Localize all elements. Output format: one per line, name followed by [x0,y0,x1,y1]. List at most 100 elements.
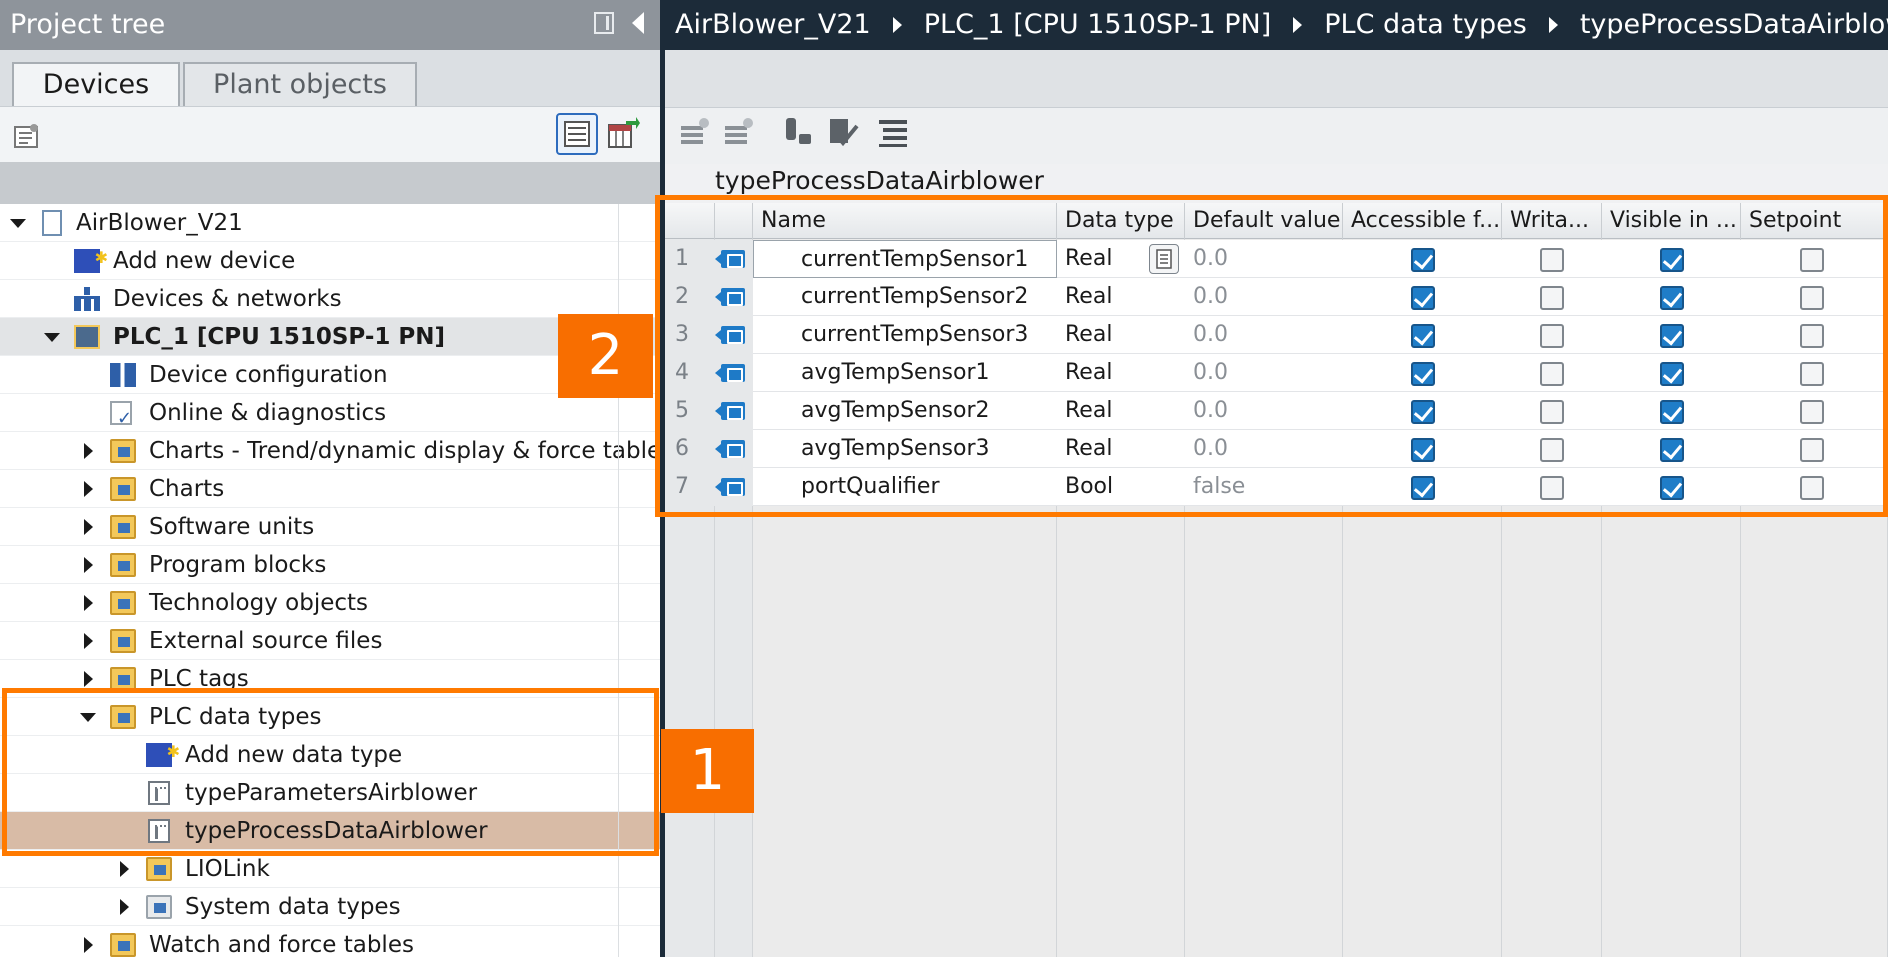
tree-item-charts[interactable]: Charts [0,470,660,508]
visible-checkbox[interactable] [1660,324,1684,348]
visible-checkbox[interactable] [1660,400,1684,424]
tree-item-liolink[interactable]: LIOLink [0,850,660,888]
expand-arrow-icon[interactable] [80,584,98,622]
visible-checkbox[interactable] [1660,438,1684,462]
default-value-cell[interactable]: 0.0 [1185,430,1343,468]
expand-arrow-icon[interactable] [80,622,98,660]
writable-checkbox[interactable] [1540,362,1564,386]
expand-arrow-icon[interactable] [116,850,134,888]
writable-checkbox[interactable] [1540,324,1564,348]
expand-arrow-icon[interactable] [10,204,28,242]
memory-icon[interactable] [783,116,815,148]
tree-options-icon[interactable] [12,121,42,151]
accessible-checkbox[interactable] [1411,362,1435,386]
writable-checkbox[interactable] [1540,248,1564,272]
default-value-cell[interactable]: 0.0 [1185,240,1343,278]
tree-item-plc-tags[interactable]: PLC tags [0,660,660,698]
name-cell[interactable]: currentTempSensor3 [753,316,1057,354]
breadcrumb-plc[interactable]: PLC_1 [CPU 1510SP-1 PN] [924,0,1272,50]
table-export-icon[interactable] [606,117,640,151]
header-default-value[interactable]: Default value [1185,203,1343,239]
visible-checkbox[interactable] [1660,286,1684,310]
default-value-cell[interactable]: 0.0 [1185,316,1343,354]
setpoint-checkbox[interactable] [1800,362,1824,386]
expand-arrow-icon[interactable] [80,508,98,546]
writable-checkbox[interactable] [1540,286,1564,310]
tree-item-charts-trend[interactable]: Charts - Trend/dynamic display & force t… [0,432,660,470]
header-setpoint[interactable]: Setpoint [1741,203,1888,239]
expand-arrow-icon[interactable] [80,660,98,698]
expand-arrow-icon[interactable] [80,926,98,957]
name-cell[interactable]: avgTempSensor3 [753,430,1057,468]
table-row[interactable]: 1 currentTempSensor1 Real 0.0 [665,240,1888,278]
setpoint-checkbox[interactable] [1800,476,1824,500]
expand-arrow-icon[interactable] [80,698,98,736]
header-writable[interactable]: Writa... [1502,203,1602,239]
tree-item-type-process-data[interactable]: typeProcessDataAirblower [0,812,660,850]
tab-devices[interactable]: Devices [12,62,180,106]
tree-item-watch-force-tables[interactable]: Watch and force tables [0,926,660,957]
accessible-checkbox[interactable] [1411,476,1435,500]
default-value-cell[interactable]: 0.0 [1185,278,1343,316]
tab-plant-objects[interactable]: Plant objects [183,62,417,106]
writable-checkbox[interactable] [1540,400,1564,424]
name-cell[interactable]: avgTempSensor2 [753,392,1057,430]
insert-row-icon[interactable] [679,116,711,148]
data-type-cell[interactable]: Bool [1057,468,1185,506]
accessible-checkbox[interactable] [1411,400,1435,424]
tree-item-software-units[interactable]: Software units [0,508,660,546]
expand-arrow-icon[interactable] [80,546,98,584]
default-value-cell[interactable]: 0.0 [1185,392,1343,430]
data-type-cell[interactable]: Real [1057,278,1185,316]
default-value-cell[interactable]: 0.0 [1185,354,1343,392]
tree-item-plc-data-types[interactable]: PLC data types [0,698,660,736]
tree-item-program-blocks[interactable]: Program blocks [0,546,660,584]
header-name[interactable]: Name [753,203,1057,239]
tree-item-external-source-files[interactable]: External source files [0,622,660,660]
tree-item-project[interactable]: AirBlower_V21 [0,204,660,242]
visible-checkbox[interactable] [1660,362,1684,386]
expand-arrow-icon[interactable] [80,432,98,470]
add-row-icon[interactable] [723,116,755,148]
setpoint-checkbox[interactable] [1800,400,1824,424]
table-row[interactable]: 4 avgTempSensor1 Real 0.0 [665,354,1888,392]
setpoint-checkbox[interactable] [1800,248,1824,272]
collapse-panel-icon[interactable] [632,12,644,34]
tree-item-type-parameters[interactable]: typeParametersAirblower [0,774,660,812]
accessible-checkbox[interactable] [1411,438,1435,462]
header-visible[interactable]: Visible in ... [1602,203,1741,239]
data-type-cell[interactable]: Real [1057,316,1185,354]
visible-checkbox[interactable] [1660,248,1684,272]
data-type-cell[interactable]: Real [1057,354,1185,392]
accessible-checkbox[interactable] [1411,286,1435,310]
default-value-cell[interactable]: false [1185,468,1343,506]
breadcrumb-project[interactable]: AirBlower_V21 [675,0,871,50]
setpoint-checkbox[interactable] [1800,324,1824,348]
visible-checkbox[interactable] [1660,476,1684,500]
name-cell[interactable]: portQualifier [753,468,1057,506]
table-row[interactable]: 6 avgTempSensor3 Real 0.0 [665,430,1888,468]
setpoint-checkbox[interactable] [1800,438,1824,462]
table-row[interactable]: 3 currentTempSensor3 Real 0.0 [665,316,1888,354]
table-row[interactable]: 2 currentTempSensor2 Real 0.0 [665,278,1888,316]
tree-item-technology-objects[interactable]: Technology objects [0,584,660,622]
tree-item-add-data-type[interactable]: Add new data type [0,733,660,774]
data-type-cell[interactable]: Real [1057,430,1185,468]
accessible-checkbox[interactable] [1411,324,1435,348]
table-row[interactable]: 7 portQualifier Bool false [665,468,1888,506]
tree-item-add-device[interactable]: Add new device [0,239,660,280]
name-cell[interactable]: currentTempSensor1 [753,240,1057,278]
split-view-icon[interactable] [594,12,614,34]
data-type-cell[interactable]: Real [1057,392,1185,430]
header-accessible[interactable]: Accessible f... [1343,203,1502,239]
setpoint-checkbox[interactable] [1800,286,1824,310]
tree-item-devices-networks[interactable]: Devices & networks [0,280,660,318]
expand-all-icon[interactable] [877,116,909,148]
expand-arrow-icon[interactable] [44,318,62,356]
list-view-icon[interactable] [556,113,598,155]
name-cell[interactable]: currentTempSensor2 [753,278,1057,316]
tree-item-system-data-types[interactable]: System data types [0,888,660,926]
writable-checkbox[interactable] [1540,476,1564,500]
accessible-checkbox[interactable] [1411,248,1435,272]
table-row[interactable]: 5 avgTempSensor2 Real 0.0 [665,392,1888,430]
